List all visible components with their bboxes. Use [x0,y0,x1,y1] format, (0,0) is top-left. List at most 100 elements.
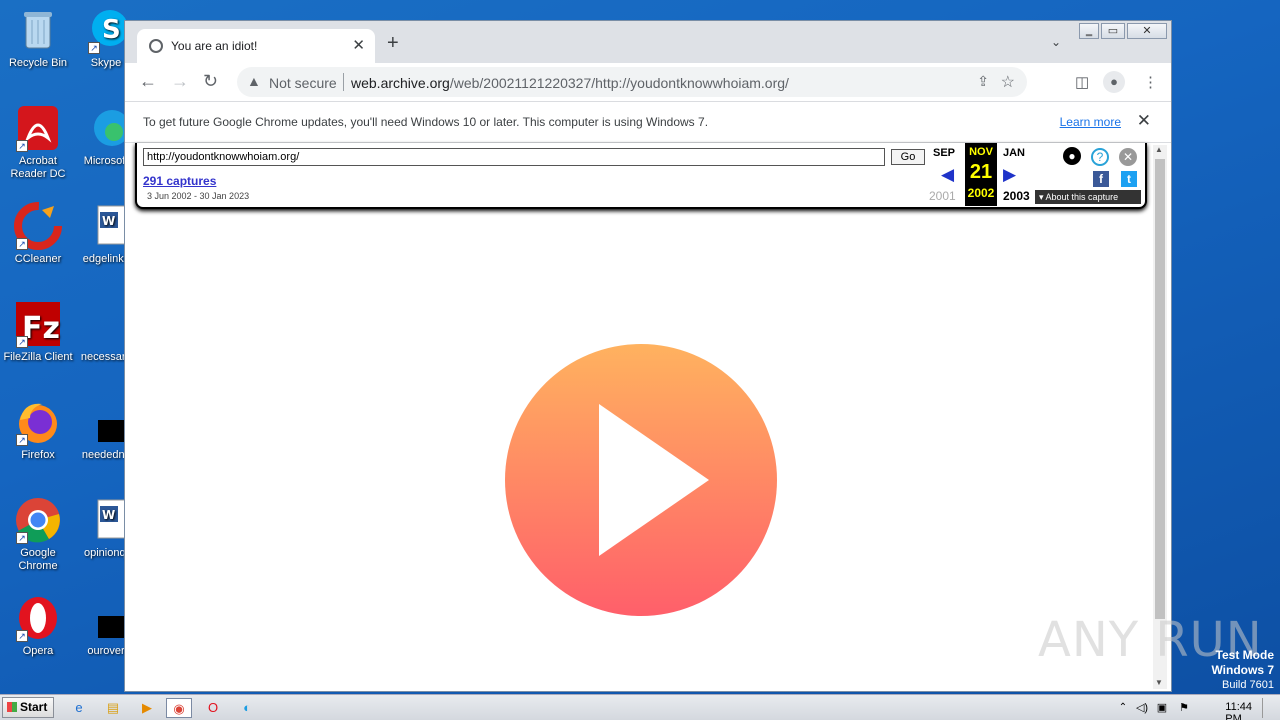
address-bar[interactable]: ▲ Not secure web.archive.org/web/2002112… [237,67,1027,97]
omnibox-separator [343,73,344,91]
desktop-icon-opera[interactable]: ↗ Opera [0,594,76,658]
help-icon[interactable]: ? [1091,148,1109,166]
share-icon[interactable]: ⇪ [977,73,989,90]
tab-close-icon[interactable]: ✕ [352,36,365,54]
url-text[interactable]: web.archive.org/web/20021121220327/http:… [351,75,789,91]
tray-network-icon[interactable]: ▣ [1154,698,1170,718]
profile-avatar-icon[interactable]: ● [1103,71,1125,93]
desktop-icon-acrobat[interactable]: ↗ Acrobat Reader DC [0,104,76,181]
menu-kebab-icon[interactable]: ⋮ [1143,73,1158,91]
tray-flag-icon[interactable]: ⚑ [1176,698,1192,718]
desktop-icon-recycle-bin[interactable]: Recycle Bin [0,6,76,70]
prev-month-link[interactable]: SEP [933,147,955,159]
desktop-icon-label: Microsoft [83,155,129,167]
new-tab-button[interactable]: + [387,32,399,55]
globe-icon [149,39,163,53]
shortcut-arrow-icon: ↗ [88,42,100,54]
tab-title: You are an idiot! [171,39,258,53]
infobar-message: To get future Google Chrome updates, you… [143,115,709,129]
desktop-icon-label: edgelinks [82,253,130,265]
about-capture-dropdown[interactable]: ▾ About this capture [1035,190,1141,204]
page-scrollbar[interactable]: ▲ ▼ [1153,145,1167,689]
svg-text:W: W [102,214,115,228]
scrollbar-thumb[interactable] [1155,159,1165,619]
tray-expand-icon[interactable]: ⌃ [1116,698,1130,718]
desktop-icon-ccleaner[interactable]: ↗ CCleaner [0,202,76,266]
start-label: Start [20,700,48,714]
ccleaner-icon: ↗ [14,202,62,250]
close-window-button[interactable]: ✕ [1127,23,1167,39]
prev-year-link[interactable]: 2001 [929,189,956,203]
desktop-icon-label: neededny [81,449,131,461]
scroll-down-arrow-icon[interactable]: ▼ [1155,678,1163,687]
shortcut-arrow-icon: ↗ [16,238,28,250]
bookmark-star-icon[interactable]: ☆ [1001,72,1015,92]
desktop-icon-label: Acrobat Reader DC [10,155,66,180]
prev-capture-arrow-icon[interactable]: ◀ [941,165,954,185]
test-mode-line2: Windows 7 [1211,663,1274,677]
side-panel-icon[interactable]: ◫ [1075,73,1089,91]
taskbar-chrome-icon[interactable]: ◉ [166,698,192,718]
infobar-close-icon[interactable]: ✕ [1137,111,1151,131]
svg-text:W: W [102,508,115,522]
play-triangle-icon [599,404,709,556]
recycle-bin-icon [14,6,62,54]
current-day: 21 [969,161,993,183]
maximize-button[interactable]: ▭ [1101,23,1125,39]
url-path: /web/20021121220327/http://youdontknowwh… [449,75,789,91]
tab-active[interactable]: You are an idiot! ✕ [137,29,375,63]
desktop-icon-label: Firefox [21,449,55,461]
desktop-icon-label: opinionqi [83,547,129,559]
chrome-window: You are an idiot! ✕ + ⌄ ‗ ▭ ✕ ← → ↻ ▲ No… [124,20,1172,692]
shortcut-arrow-icon: ↗ [16,140,28,152]
firefox-icon: ↗ [14,398,62,446]
desktop-icon-label: CCleaner [14,253,62,265]
account-icon[interactable]: ● [1063,147,1081,165]
close-toolbar-icon[interactable]: ✕ [1119,148,1137,166]
twitter-icon[interactable]: t [1121,171,1137,187]
taskbar-media-player-icon[interactable]: ▶ [134,698,160,718]
desktop-icon-label: ourover [87,645,125,657]
desktop-icon-filezilla[interactable]: Fz ↗ FileZilla Client [0,300,76,364]
forward-button[interactable]: → [171,71,189,92]
reload-button[interactable]: ↻ [203,71,218,92]
taskbar-edge-icon[interactable]: ◐ [234,698,260,718]
shortcut-arrow-icon: ↗ [16,630,28,642]
minimize-button[interactable]: ‗ [1079,23,1099,39]
captures-link[interactable]: 291 captures [143,174,216,188]
current-month: NOV [969,146,993,158]
show-desktop-button[interactable] [1262,698,1278,718]
desktop-icon-label: Google Chrome [18,547,58,572]
desktop-icon-firefox[interactable]: ↗ Firefox [0,398,76,462]
taskbar-explorer-icon[interactable]: ▤ [100,698,126,718]
tray-volume-icon[interactable]: ◁) [1134,698,1150,718]
current-year: 2002 [967,186,995,200]
update-infobar: To get future Google Chrome updates, you… [125,101,1171,143]
desktop-icon-label: FileZilla Client [3,351,73,363]
file-icon [86,300,126,348]
wayback-go-button[interactable]: Go [891,149,925,165]
desktop-icon-label: Recycle Bin [8,57,68,69]
test-mode-build: Build 7601 [1222,679,1274,691]
security-chip[interactable]: Not secure [269,75,337,91]
next-month-link[interactable]: JAN [1003,147,1025,159]
taskbar-clock[interactable]: 11:44 PM [1225,701,1252,720]
back-button[interactable]: ← [139,71,157,92]
start-button[interactable]: Start [2,697,54,718]
black-file-icon [86,398,134,446]
acrobat-icon: ↗ [14,104,62,152]
scroll-up-arrow-icon[interactable]: ▲ [1155,145,1163,154]
facebook-icon[interactable]: f [1093,171,1109,187]
wayback-url-input[interactable] [143,148,885,166]
next-capture-arrow-icon[interactable]: ▶ [1003,165,1016,185]
learn-more-link[interactable]: Learn more [1060,115,1121,129]
windows-logo-icon [7,702,17,712]
taskbar-opera-icon[interactable]: O [200,698,226,718]
next-year-link[interactable]: 2003 [1003,189,1030,203]
desktop-icon-chrome[interactable]: ↗ Google Chrome [0,496,76,573]
play-button[interactable] [505,344,777,616]
filezilla-icon: Fz ↗ [14,300,62,348]
taskbar-ie-icon[interactable]: e [66,698,92,718]
black-file-icon [86,594,134,642]
tab-search-chevron-icon[interactable]: ⌄ [1051,35,1061,49]
